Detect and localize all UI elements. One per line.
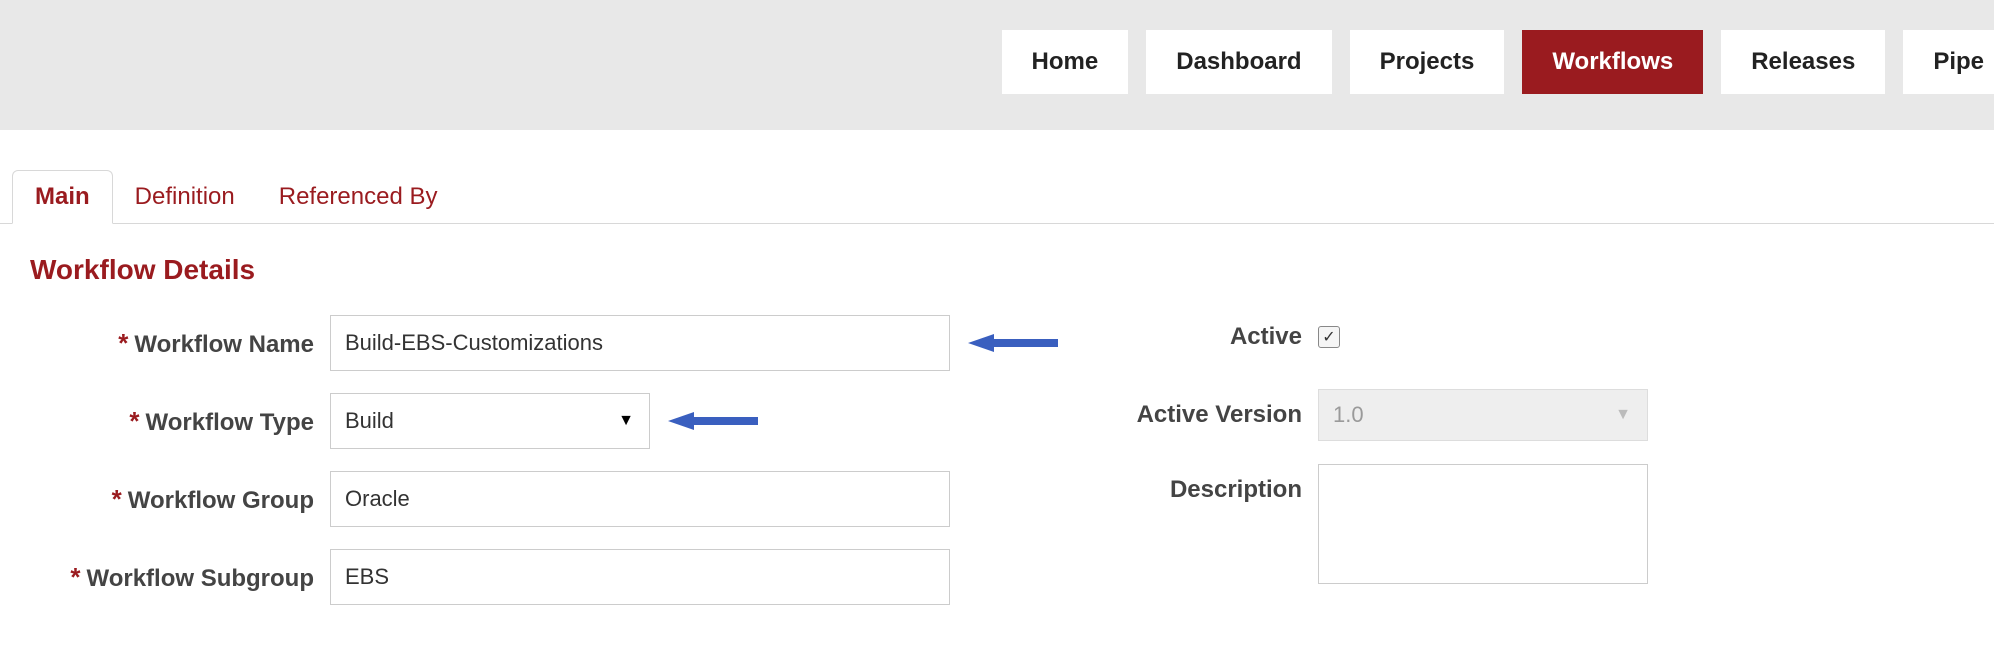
workflow-name-input[interactable] [330, 315, 950, 371]
description-textarea[interactable] [1318, 464, 1648, 584]
required-mark-icon: * [129, 406, 139, 436]
active-checkbox[interactable]: ✓ [1318, 326, 1340, 348]
label-workflow-name-text: Workflow Name [134, 331, 314, 358]
workflow-type-select[interactable]: ▼ [330, 393, 650, 449]
label-workflow-subgroup: *Workflow Subgroup [30, 562, 330, 593]
nav-home[interactable]: Home [1002, 30, 1129, 94]
row-workflow-group: *Workflow Group [30, 470, 1058, 528]
row-workflow-name: *Workflow Name [30, 314, 1058, 372]
label-workflow-group: *Workflow Group [30, 484, 330, 515]
workflow-group-input[interactable] [330, 471, 950, 527]
top-nav: Home Dashboard Projects Workflows Releas… [0, 0, 1994, 130]
required-mark-icon: * [112, 484, 122, 514]
row-workflow-type: * Workflow Type ▼ [30, 392, 1058, 450]
nav-projects[interactable]: Projects [1350, 30, 1505, 94]
tab-definition[interactable]: Definition [113, 171, 257, 223]
label-workflow-group-text: Workflow Group [128, 487, 314, 514]
spacer [1118, 254, 1658, 308]
active-version-select[interactable]: 1.0 ▼ [1318, 389, 1648, 441]
active-version-value: 1.0 [1333, 402, 1364, 428]
content-area: Workflow Details *Workflow Name *Workflo… [0, 224, 1994, 626]
row-workflow-subgroup: *Workflow Subgroup [30, 548, 1058, 606]
label-description: Description [1118, 464, 1318, 504]
workflow-subgroup-input[interactable] [330, 549, 950, 605]
tab-main[interactable]: Main [12, 170, 113, 224]
label-workflow-subgroup-text: Workflow Subgroup [86, 565, 314, 592]
annotation-arrow-icon [968, 332, 1058, 354]
row-active: Active ✓ [1118, 308, 1658, 366]
section-title: Workflow Details [30, 254, 1058, 286]
label-workflow-type-text: Workflow Type [146, 409, 314, 436]
nav-releases[interactable]: Releases [1721, 30, 1885, 94]
nav-pipelines[interactable]: Pipe [1903, 30, 1994, 94]
right-column: Active ✓ Active Version 1.0 ▼ Descriptio… [1118, 254, 1658, 626]
row-description: Description [1118, 464, 1658, 584]
workflow-type-value[interactable] [330, 393, 650, 449]
row-active-version: Active Version 1.0 ▼ [1118, 386, 1658, 444]
left-column: Workflow Details *Workflow Name *Workflo… [30, 254, 1058, 626]
required-mark-icon: * [118, 328, 128, 358]
label-active-version: Active Version [1118, 401, 1318, 429]
required-mark-icon: * [70, 562, 80, 592]
tab-referenced-by[interactable]: Referenced By [257, 171, 460, 223]
label-active: Active [1118, 323, 1318, 351]
nav-dashboard[interactable]: Dashboard [1146, 30, 1331, 94]
label-workflow-type: * Workflow Type [30, 406, 330, 437]
tabs: Main Definition Referenced By [0, 170, 1994, 224]
label-workflow-name: *Workflow Name [30, 328, 330, 359]
chevron-down-icon: ▼ [1615, 406, 1631, 424]
annotation-arrow-icon [668, 410, 758, 432]
nav-workflows[interactable]: Workflows [1522, 30, 1703, 94]
